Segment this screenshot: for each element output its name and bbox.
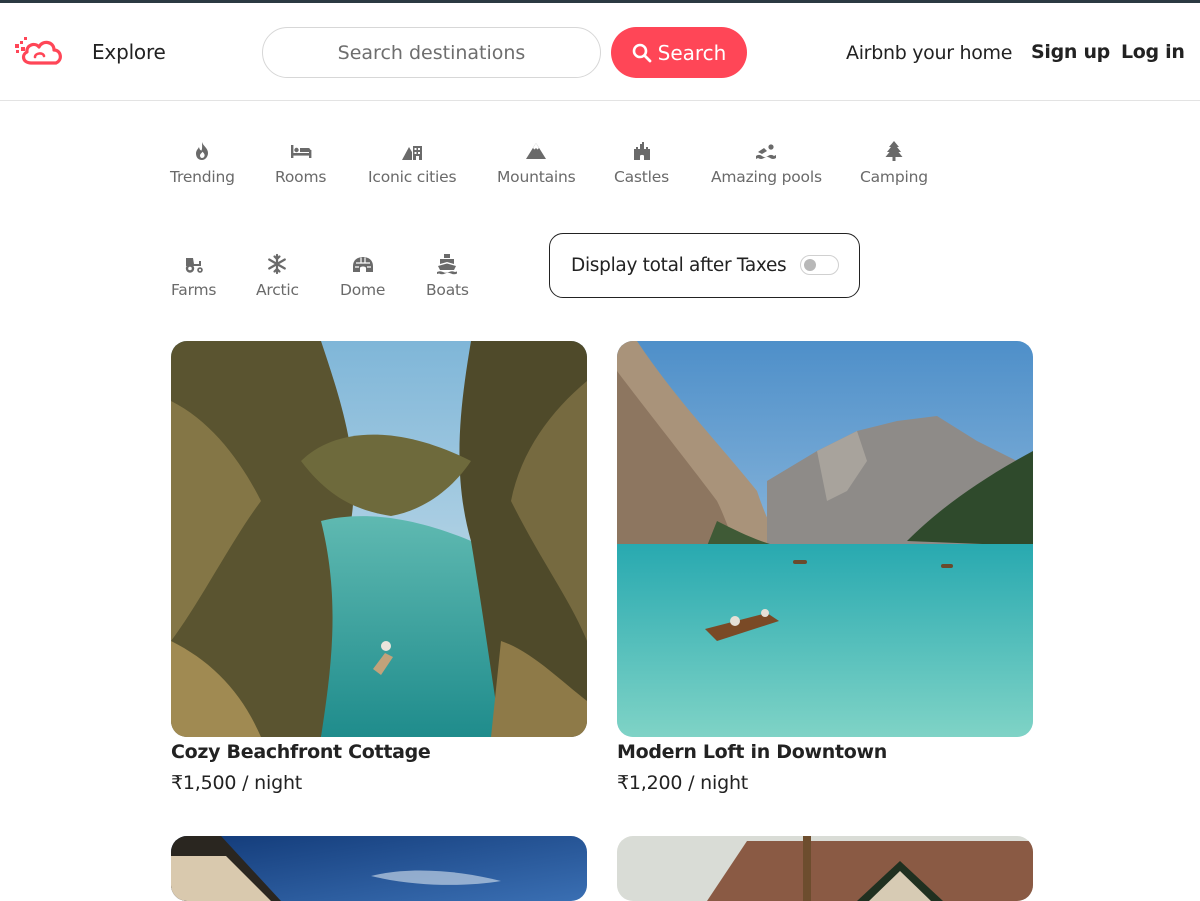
listing-photo-tropical-lagoon[interactable] [171,341,587,737]
category-camping[interactable]: Camping [860,140,928,186]
castle-icon [633,142,650,160]
listing-card[interactable] [617,836,1033,901]
logo-icon[interactable] [13,33,65,69]
listing-title[interactable]: Modern Loft in Downtown [617,741,1033,763]
search-button-label: Search [657,40,727,65]
snowflake-icon [268,253,287,275]
host-link[interactable]: Airbnb your home [846,42,1012,64]
search-icon [632,43,652,62]
category-label: Dome [340,281,386,299]
listing-title[interactable]: Cozy Beachfront Cottage [171,741,587,763]
mountain-icon [526,143,547,159]
listing-price: ₹1,200 / night [617,772,749,794]
listing-image [617,341,1033,737]
bed-icon [290,145,312,158]
fire-icon [196,142,209,160]
search-input[interactable] [262,27,601,78]
tractor-icon [185,258,203,273]
category-castles[interactable]: Castles [614,140,669,186]
signup-link[interactable]: Sign up [1031,41,1110,63]
category-rooms[interactable]: Rooms [275,140,326,186]
city-icon [402,146,423,160]
category-label: Farms [171,281,217,299]
search-button[interactable]: Search [611,27,747,78]
ship-icon [437,254,458,275]
explore-link[interactable]: Explore [92,40,166,64]
category-label: Camping [860,168,928,186]
swimmer-icon [756,144,777,159]
tax-toggle-label: Display total after Taxes [571,255,787,276]
category-label: Castles [614,168,669,186]
toggle-knob [804,259,816,271]
login-link[interactable]: Log in [1121,41,1185,63]
listing-card[interactable]: Cozy Beachfront Cottage ₹1,500 / night [171,341,587,794]
category-label: Boats [426,281,469,299]
listing-image [171,836,587,901]
listing-card[interactable] [171,836,587,901]
category-label: Iconic cities [368,168,457,186]
category-label: Mountains [497,168,576,186]
listing-card[interactable]: Modern Loft in Downtown ₹1,200 / night [617,341,1033,794]
listing-photo-cabin-roof[interactable] [617,836,1033,901]
listing-price: ₹1,500 / night [171,772,303,794]
listing-photo-chalet-sky[interactable] [171,836,587,901]
category-trending[interactable]: Trending [170,140,235,186]
category-label: Rooms [275,168,327,186]
category-arctic[interactable]: Arctic [256,253,299,299]
category-farms[interactable]: Farms [171,253,216,299]
category-mountains[interactable]: Mountains [497,140,576,186]
header: Explore Search Airbnb your home Sign up … [0,3,1200,101]
category-amazing-pools[interactable]: Amazing pools [711,140,822,186]
category-iconic-cities[interactable]: Iconic cities [368,140,457,186]
category-label: Arctic [256,281,299,299]
category-boats[interactable]: Boats [426,253,469,299]
tax-toggle-box[interactable]: Display total after Taxes [549,233,860,298]
category-dome[interactable]: Dome [340,253,385,299]
listing-image [171,341,587,737]
tree-icon [885,141,903,161]
listing-photo-mountain-lake[interactable] [617,341,1033,737]
listing-image [617,836,1033,901]
tax-toggle-switch[interactable] [800,255,839,275]
category-label: Amazing pools [711,168,822,186]
category-label: Trending [170,168,235,186]
igloo-icon [352,257,373,272]
